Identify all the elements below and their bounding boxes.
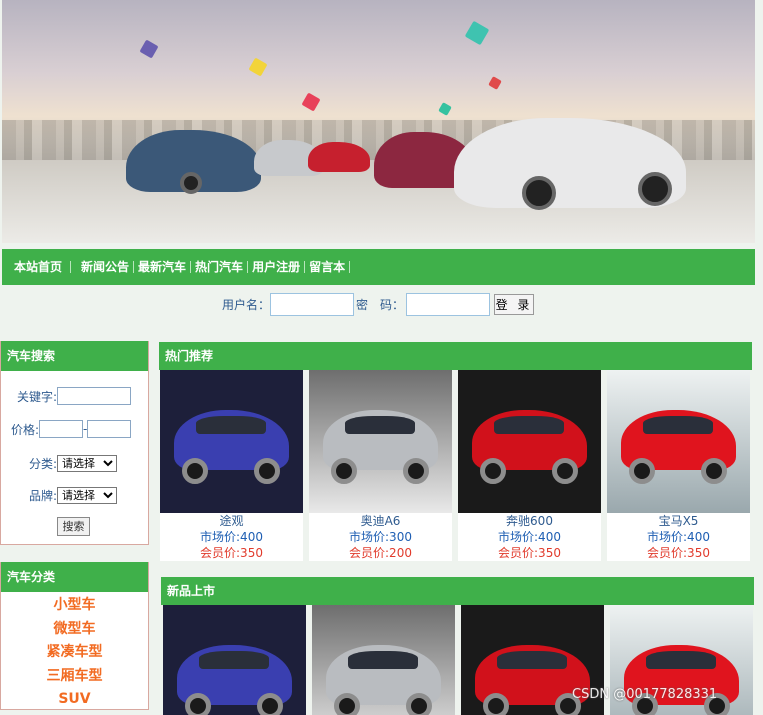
hot-grid: 途观 市场价:400 会员价:350 奥迪A6 市场价:300 会员价:200 … bbox=[160, 370, 756, 561]
silver-sedan-photo-icon[interactable] bbox=[312, 605, 455, 715]
car-name[interactable]: 奥迪A6 bbox=[309, 513, 452, 529]
keyword-input[interactable] bbox=[57, 387, 132, 405]
market-price: 市场价:300 bbox=[349, 530, 412, 544]
nav-hot-cars[interactable]: 热门汽车 bbox=[191, 261, 249, 273]
hot-section-title: 热门推荐 bbox=[159, 342, 752, 370]
nav-home[interactable]: 本站首页 bbox=[10, 261, 72, 273]
category-item[interactable]: 三厢车型 bbox=[1, 665, 148, 689]
purple-cube-icon bbox=[139, 39, 159, 59]
brand-label: 品牌: bbox=[29, 489, 58, 503]
blue-hatchback-photo-icon[interactable] bbox=[163, 605, 306, 715]
member-price: 会员价:350 bbox=[200, 546, 263, 560]
brand-select[interactable]: 请选择 bbox=[57, 487, 118, 504]
new-section-title: 新品上市 bbox=[161, 577, 754, 605]
brand-row: 品牌: 请选择 bbox=[29, 487, 118, 504]
red-bmw-photo-icon[interactable] bbox=[607, 370, 750, 513]
category-item[interactable]: 紧凑车型 bbox=[1, 641, 148, 665]
car-category-panel: 汽车分类 小型车 微型车 紧凑车型 三厢车型 SUV bbox=[0, 562, 149, 710]
login-button[interactable]: 登 录 bbox=[494, 294, 535, 315]
hero-banner bbox=[2, 0, 755, 243]
member-price: 会员价:350 bbox=[647, 546, 710, 560]
car-name[interactable]: 奔驰600 bbox=[458, 513, 601, 529]
category-list: 小型车 微型车 紧凑车型 三厢车型 SUV bbox=[1, 592, 148, 712]
banner-wheel-3 bbox=[638, 172, 672, 206]
username-input[interactable] bbox=[270, 293, 355, 316]
category-item[interactable]: 微型车 bbox=[1, 618, 148, 642]
market-price: 市场价:400 bbox=[200, 530, 263, 544]
car-card[interactable] bbox=[312, 605, 455, 715]
member-price: 会员价:350 bbox=[498, 546, 561, 560]
category-item[interactable]: 小型车 bbox=[1, 594, 148, 618]
car-search-title: 汽车搜索 bbox=[1, 341, 148, 371]
watermark: CSDN @00177828331 bbox=[572, 687, 718, 702]
red-cube-icon bbox=[301, 92, 321, 112]
category-select[interactable]: 请选择 bbox=[57, 455, 118, 472]
car-name[interactable]: 途观 bbox=[160, 513, 303, 529]
password-input[interactable] bbox=[406, 293, 491, 316]
keyword-label: 关键字: bbox=[17, 389, 58, 404]
banner-wheel bbox=[180, 172, 202, 194]
car-card[interactable] bbox=[163, 605, 306, 715]
car-card[interactable]: 奥迪A6 市场价:300 会员价:200 bbox=[309, 370, 452, 561]
green-cube-icon bbox=[438, 102, 452, 116]
keyword-row: 关键字: bbox=[17, 387, 132, 405]
nav-latest-cars[interactable]: 最新汽车 bbox=[134, 261, 192, 273]
password-label: 密 码： bbox=[356, 298, 405, 312]
nav-register[interactable]: 用户注册 bbox=[248, 261, 306, 273]
car-category-title: 汽车分类 bbox=[1, 562, 148, 592]
blue-hatchback-photo-icon[interactable] bbox=[160, 370, 303, 513]
silver-sedan-photo-icon[interactable] bbox=[309, 370, 452, 513]
price-min-input[interactable] bbox=[39, 420, 84, 438]
banner-wheel-2 bbox=[522, 176, 556, 210]
search-button[interactable]: 搜索 bbox=[57, 517, 90, 536]
main-nav: 本站首页 新闻公告 最新汽车 热门汽车 用户注册 留言本 bbox=[2, 249, 755, 285]
car-card[interactable]: 宝马X5 市场价:400 会员价:350 bbox=[607, 370, 750, 561]
car-card[interactable]: 途观 市场价:400 会员价:350 bbox=[160, 370, 303, 561]
price-max-input[interactable] bbox=[87, 420, 132, 438]
category-item[interactable]: SUV bbox=[1, 688, 148, 712]
car-name[interactable]: 宝马X5 bbox=[607, 513, 750, 529]
red-cube-icon-2 bbox=[488, 76, 502, 90]
price-row: 价格: - bbox=[11, 420, 132, 438]
username-label: 用户名： bbox=[222, 298, 271, 312]
category-row: 分类: 请选择 bbox=[29, 455, 118, 472]
car-search-panel: 汽车搜索 关键字: 价格: - 分类: 请选择 品牌: 请选择 搜索 bbox=[0, 341, 149, 545]
teal-cube-icon bbox=[464, 20, 490, 46]
login-bar: 用户名： 密 码： 登 录 bbox=[222, 293, 535, 316]
nav-news[interactable]: 新闻公告 bbox=[77, 261, 135, 273]
member-price: 会员价:200 bbox=[349, 546, 412, 560]
banner-car-red-small bbox=[308, 142, 370, 172]
price-label: 价格: bbox=[11, 422, 40, 437]
nav-guestbook[interactable]: 留言本 bbox=[305, 261, 351, 273]
category-label: 分类: bbox=[29, 457, 58, 471]
car-card[interactable]: 奔驰600 市场价:400 会员价:350 bbox=[458, 370, 601, 561]
market-price: 市场价:400 bbox=[647, 530, 710, 544]
red-mercedes-photo-icon[interactable] bbox=[458, 370, 601, 513]
market-price: 市场价:400 bbox=[498, 530, 561, 544]
yellow-cube-icon bbox=[248, 57, 268, 77]
